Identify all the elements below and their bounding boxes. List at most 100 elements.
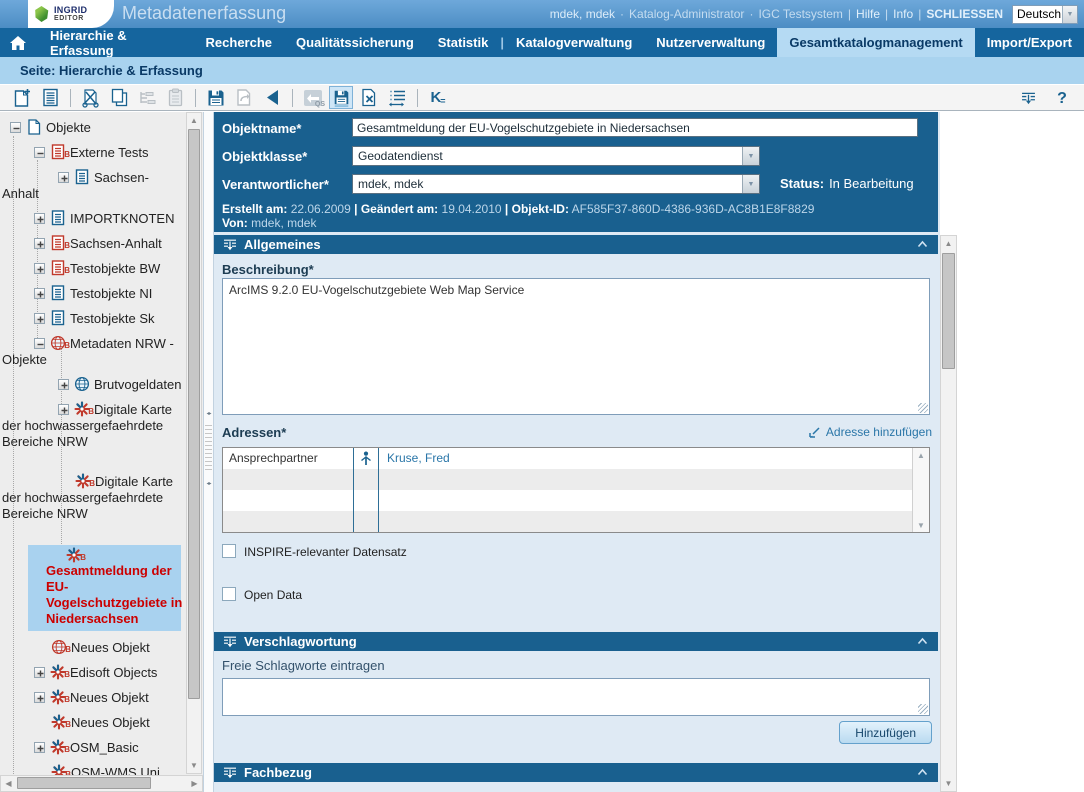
delete-button[interactable] bbox=[357, 86, 381, 109]
page-help-button[interactable]: ? bbox=[1050, 87, 1074, 110]
expand-expander[interactable] bbox=[58, 404, 69, 415]
save-button[interactable] bbox=[204, 86, 228, 109]
scroll-up-arrow[interactable]: ▲ bbox=[187, 113, 201, 128]
tree-item-brutvogeldaten[interactable]: Brutvogeldaten bbox=[0, 376, 184, 393]
paste-button-disabled[interactable] bbox=[163, 86, 187, 109]
publish-button-active[interactable] bbox=[329, 86, 353, 109]
back-button[interactable] bbox=[260, 86, 284, 109]
copy-button[interactable] bbox=[107, 86, 131, 109]
scroll-up-arrow[interactable]: ▲ bbox=[941, 236, 956, 251]
splitter-collapse-icon[interactable]: ◂▸ bbox=[204, 410, 213, 417]
tree-item-neues-objekt-3[interactable]: BNeues Objekt bbox=[0, 714, 184, 731]
scrollbar-thumb[interactable] bbox=[17, 777, 151, 789]
tree-item-edisoft-objects[interactable]: BEdisoft Objects bbox=[0, 664, 184, 681]
collapse-chevron-icon[interactable] bbox=[917, 768, 928, 776]
scroll-right-arrow[interactable]: ▶ bbox=[187, 776, 202, 791]
tree-item-externe-tests[interactable]: BExterne Tests bbox=[0, 144, 184, 161]
address-row-empty[interactable] bbox=[223, 490, 912, 511]
home-button[interactable] bbox=[0, 28, 38, 57]
tree-horizontal-scrollbar[interactable]: ◀ ▶ bbox=[0, 775, 203, 792]
expand-expander[interactable] bbox=[34, 742, 45, 753]
open-data-checkbox[interactable] bbox=[222, 587, 236, 601]
expand-expander[interactable] bbox=[34, 288, 45, 299]
collapse-chevron-icon[interactable] bbox=[917, 240, 928, 248]
tree-item-sachsen-anhalt-2[interactable]: BSachsen-Anhalt bbox=[0, 235, 184, 252]
objektname-input[interactable] bbox=[352, 118, 918, 137]
nav-import-export[interactable]: Import/Export bbox=[975, 28, 1084, 57]
nav-gesamtkatalogmanagement[interactable]: Gesamtkatalogmanagement bbox=[777, 28, 974, 57]
address-row[interactable]: Ansprechpartner Kruse, Fred bbox=[223, 448, 912, 469]
expand-expander[interactable] bbox=[34, 238, 45, 249]
address-row-empty[interactable] bbox=[223, 469, 912, 490]
language-select[interactable]: Deutsch ▼ bbox=[1012, 5, 1078, 24]
section-verschlagwortung[interactable]: Verschlagwortung bbox=[214, 632, 938, 651]
add-address-link[interactable]: Adresse hinzufügen bbox=[808, 425, 932, 439]
tree-item-metadaten-nrw[interactable]: BMetadaten NRW - Objekte bbox=[0, 335, 184, 368]
nav-katalogverwaltung[interactable]: Katalogverwaltung bbox=[504, 28, 644, 57]
new-object-button[interactable] bbox=[10, 86, 34, 109]
nav-qualitaetssicherung[interactable]: Qualitätssicherung bbox=[284, 28, 426, 57]
help-link[interactable]: Hilfe bbox=[856, 7, 880, 21]
tree-item-osm-basic[interactable]: BOSM_Basic bbox=[0, 739, 184, 756]
tree-item-neues-objekt-2[interactable]: BNeues Objekt bbox=[0, 689, 184, 706]
scroll-down-arrow[interactable]: ▼ bbox=[941, 776, 956, 791]
resize-grip[interactable] bbox=[918, 704, 928, 714]
dropdown-arrow-icon[interactable]: ▼ bbox=[742, 175, 759, 193]
expand-expander[interactable] bbox=[34, 313, 45, 324]
dropdown-arrow-icon[interactable]: ▼ bbox=[1062, 6, 1077, 23]
info-link[interactable]: Info bbox=[893, 7, 913, 21]
tree-item-sachsen-anhalt[interactable]: Sachsen-Anhalt bbox=[0, 169, 184, 202]
tree-item-neues-objekt-1[interactable]: BNeues Objekt bbox=[0, 639, 184, 656]
show-in-hierarchy-button[interactable] bbox=[385, 86, 409, 109]
panel-splitter[interactable]: ◂▸ ◂▸ bbox=[203, 112, 214, 792]
objektklasse-select[interactable]: Geodatendienst ▼ bbox=[352, 146, 760, 166]
expand-expander[interactable] bbox=[34, 667, 45, 678]
scroll-left-arrow[interactable]: ◀ bbox=[1, 776, 16, 791]
tree-item-testobjekte-ni[interactable]: Testobjekte NI bbox=[0, 285, 184, 302]
close-link[interactable]: SCHLIESSEN bbox=[926, 7, 1003, 21]
dropdown-arrow-icon[interactable]: ▼ bbox=[742, 147, 759, 165]
tree-item-testobjekte-sk[interactable]: Testobjekte Sk bbox=[0, 310, 184, 327]
collapse-expander[interactable] bbox=[10, 122, 21, 133]
compare-versions-button[interactable]: K = bbox=[426, 86, 450, 109]
resize-grip[interactable] bbox=[918, 403, 928, 413]
scroll-down-arrow[interactable]: ▼ bbox=[187, 758, 201, 773]
tree-item-testobjekte-bw[interactable]: BTestobjekte BW bbox=[0, 260, 184, 277]
scroll-down-arrow[interactable]: ▼ bbox=[913, 520, 929, 530]
tree-item-digitale-karte-1[interactable]: BDigitale Karte der hochwassergefaehrdet… bbox=[0, 401, 184, 465]
expand-expander[interactable] bbox=[58, 172, 69, 183]
freie-schlagworte-textarea[interactable] bbox=[222, 678, 930, 716]
hinzufuegen-button[interactable]: Hinzufügen bbox=[839, 721, 932, 744]
tree-item-importknoten[interactable]: IMPORTKNOTEN bbox=[0, 210, 184, 227]
splitter-collapse-icon[interactable]: ◂▸ bbox=[204, 480, 213, 487]
tree-item-digitale-karte-2[interactable]: BDigitale Karte der hochwassergefaehrdet… bbox=[0, 473, 184, 537]
tree-item-gesamtmeldung-selected[interactable]: B Gesamtmeldung der EU-Vogelschutzgebiet… bbox=[28, 545, 181, 631]
verantwortlicher-select[interactable]: mdek, mdek ▼ bbox=[352, 174, 760, 194]
beschreibung-textarea[interactable]: ArcIMS 9.2.0 EU-Vogelschutzgebiete Web M… bbox=[222, 278, 930, 415]
paste-tree-button-disabled[interactable] bbox=[135, 86, 159, 109]
address-row-empty[interactable] bbox=[223, 511, 912, 532]
inspire-checkbox[interactable] bbox=[222, 544, 236, 558]
form-vertical-scrollbar[interactable]: ▲ ▼ bbox=[940, 235, 957, 792]
expand-expander[interactable] bbox=[34, 213, 45, 224]
scrollbar-thumb[interactable] bbox=[188, 129, 200, 699]
section-fachbezug[interactable]: Fachbezug bbox=[214, 763, 938, 782]
address-table-scrollbar[interactable]: ▲ ▼ bbox=[912, 448, 929, 532]
expand-expander[interactable] bbox=[58, 379, 69, 390]
nav-nutzerverwaltung[interactable]: Nutzerverwaltung bbox=[644, 28, 777, 57]
nav-statistik[interactable]: Statistik bbox=[426, 28, 501, 57]
expand-expander[interactable] bbox=[34, 263, 45, 274]
section-allgemeines[interactable]: Allgemeines bbox=[214, 235, 938, 254]
qs-submit-button-disabled[interactable]: QS bbox=[301, 86, 325, 109]
nav-hierarchie-erfassung[interactable]: Hierarchie & Erfassung bbox=[38, 28, 194, 57]
tree-vertical-scrollbar[interactable]: ▲ ▼ bbox=[186, 112, 202, 774]
discard-button-disabled[interactable] bbox=[232, 86, 256, 109]
collapse-expander[interactable] bbox=[34, 147, 45, 158]
tree-item-objekte[interactable]: Objekte bbox=[0, 119, 184, 136]
scroll-up-arrow[interactable]: ▲ bbox=[913, 450, 929, 460]
cut-button[interactable] bbox=[79, 86, 103, 109]
scrollbar-thumb[interactable] bbox=[942, 253, 955, 369]
collapse-chevron-icon[interactable] bbox=[917, 637, 928, 645]
nav-recherche[interactable]: Recherche bbox=[194, 28, 284, 57]
collapse-expander[interactable] bbox=[34, 338, 45, 349]
